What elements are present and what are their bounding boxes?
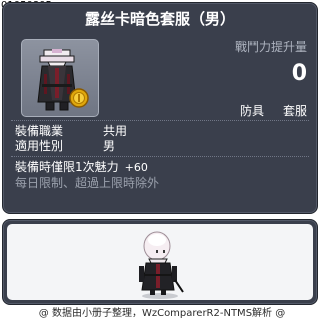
gender-label: 適用性別 — [15, 139, 64, 153]
divider — [11, 156, 309, 157]
job-label: 裝備職業 — [15, 124, 64, 138]
gender-value: 男 — [103, 139, 116, 153]
divider — [11, 120, 309, 121]
category-tag: 防具 — [239, 104, 264, 118]
charm-bonus: +60 — [124, 161, 148, 174]
character-preview — [139, 231, 184, 299]
character-preview-area — [7, 224, 313, 300]
type-tag: 套服 — [282, 104, 307, 118]
job-value: 共用 — [103, 124, 128, 138]
dark-suit-icon — [37, 49, 89, 111]
item-tooltip-page: 01050805 露丝卡暗色套服（男） — [0, 0, 324, 324]
job-row: 裝備職業 共用 — [15, 124, 127, 139]
power-increase-value: 0 — [291, 61, 307, 86]
daily-limit-note: 每日限制、超過上限時除外 — [15, 176, 160, 190]
character-preview-panel — [2, 219, 318, 305]
item-title: 露丝卡暗色套服（男） — [84, 10, 235, 28]
gender-row: 適用性別 男 — [15, 139, 115, 154]
item-icon-box — [21, 39, 99, 117]
item-tooltip: 露丝卡暗色套服（男） 戰鬥力提升量 0 防具 套服 裝備職業 共用 適用性別 男… — [2, 2, 318, 214]
charm-limit-line: 裝備時僅限1次魅力 +60 — [15, 160, 148, 175]
charm-limit-text: 裝備時僅限1次魅力 — [15, 160, 119, 174]
credit-footer: @ 数据由小册子整理，WzComparerR2-NTMS解析 @ — [38, 308, 286, 319]
power-increase-label: 戰鬥力提升量 — [234, 40, 307, 54]
